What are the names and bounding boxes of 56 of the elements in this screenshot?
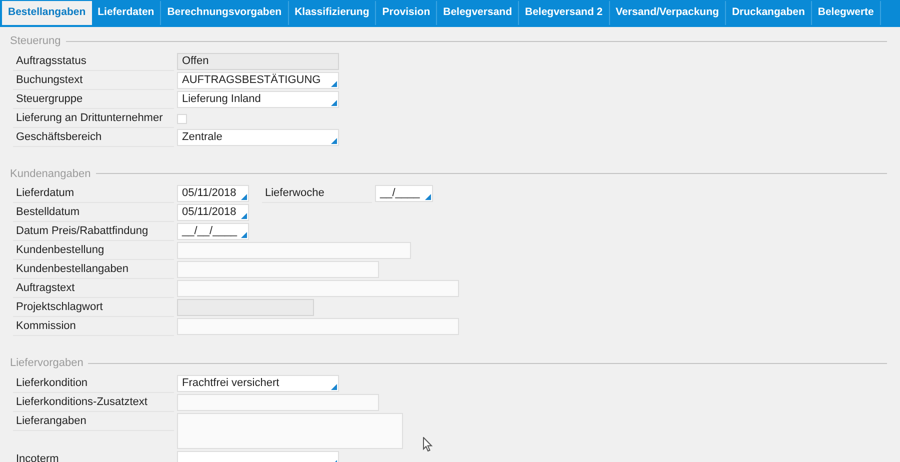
checkbox[interactable] — [177, 114, 187, 124]
date-field[interactable]: __/__/____ — [177, 223, 249, 240]
field-label: Lieferangaben — [13, 412, 174, 430]
input-field[interactable] — [177, 280, 459, 297]
corner-triangle-icon — [241, 194, 247, 200]
field-label: Bestelldatum — [13, 204, 174, 222]
tab[interactable]: Klassifizierung — [288, 1, 376, 25]
tab[interactable]: Provision — [376, 1, 438, 25]
field-label: Incoterm — [13, 450, 174, 462]
corner-triangle-icon — [331, 100, 337, 106]
dropdown-field[interactable]: Zentrale — [177, 128, 339, 146]
dropdown-field[interactable]: AUFTRAGSBESTÄTIGUNG — [177, 72, 339, 88]
input-field[interactable] — [177, 261, 379, 278]
text-area[interactable] — [177, 412, 403, 448]
readonly-field: Offen — [177, 52, 339, 70]
field-label: Auftragsstatus — [13, 52, 174, 70]
corner-triangle-icon — [241, 213, 247, 219]
section-title: Steuerung — [10, 34, 61, 49]
corner-triangle-icon — [425, 194, 431, 200]
tab[interactable]: Lieferdaten — [92, 1, 162, 25]
field-label: Lieferung an Drittunternehmer — [13, 110, 174, 128]
section-title: Liefervorgaben — [10, 356, 84, 371]
field-label: Lieferkondition — [13, 374, 174, 392]
mouse-pointer-icon — [423, 437, 433, 452]
field-label: Projektschlagwort — [13, 299, 174, 317]
corner-triangle-icon — [241, 232, 247, 238]
tab[interactable]: Belegwerte — [812, 1, 881, 25]
input-field[interactable] — [177, 318, 459, 335]
field-label: Geschäftsbereich — [13, 128, 174, 146]
field-label: Lieferdatum — [13, 185, 174, 203]
input-field[interactable] — [177, 394, 379, 410]
date-field[interactable]: 05/11/2018 — [177, 185, 249, 202]
field-label: Kundenbestellangaben — [13, 261, 174, 279]
corner-triangle-icon — [331, 384, 337, 390]
field-label: Steuergruppe — [13, 90, 174, 108]
input-field[interactable] — [177, 242, 411, 259]
tab[interactable]: Bestellangaben — [2, 1, 92, 25]
corner-triangle-icon — [331, 80, 337, 86]
date-field[interactable]: __/____ — [375, 185, 433, 202]
field-label: Lieferkonditions-Zusatztext — [13, 394, 174, 412]
date-field[interactable]: 05/11/2018 — [177, 204, 249, 221]
field-label: Kundenbestellung — [13, 242, 174, 260]
section-title: Kundenangaben — [10, 166, 91, 182]
tab[interactable]: Versand/Verpackung — [610, 1, 726, 25]
dropdown-field[interactable]: Lieferung Inland — [177, 90, 339, 108]
tab[interactable]: Belegversand — [437, 1, 519, 25]
field-label: Kommission — [13, 318, 174, 336]
dropdown-field[interactable]: Frachtfrei versichert — [177, 374, 339, 392]
corner-triangle-icon — [331, 138, 337, 144]
field-label: Auftragstext — [13, 280, 174, 298]
tab[interactable]: Druckangaben — [726, 1, 812, 25]
tab[interactable]: Berechnungsvorgaben — [161, 1, 289, 25]
tab[interactable]: Belegversand 2 — [519, 1, 610, 25]
field-label: Datum Preis/Rabattfindung — [13, 223, 174, 241]
field-label: Buchungstext — [13, 72, 174, 90]
field-label: Lieferwoche — [262, 185, 372, 203]
